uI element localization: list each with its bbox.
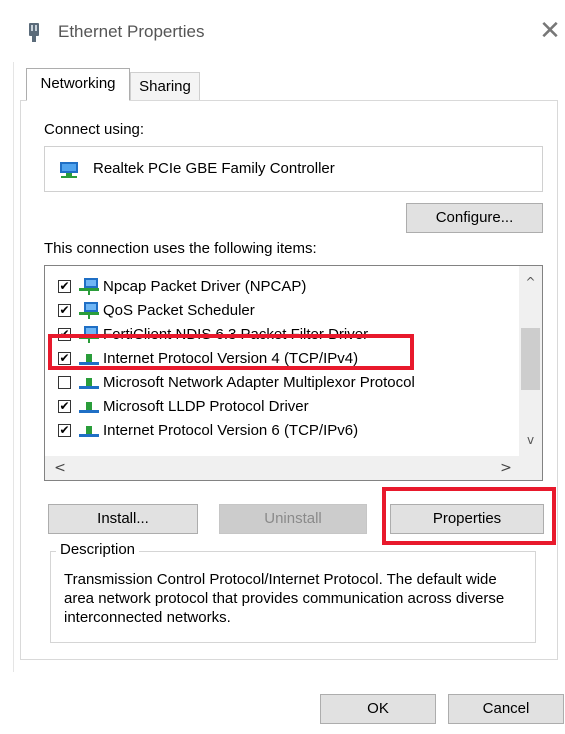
item-checkbox[interactable]: ✔ bbox=[58, 304, 71, 317]
protocol-icon bbox=[79, 378, 99, 389]
item-label: QoS Packet Scheduler bbox=[103, 302, 255, 319]
item-checkbox[interactable]: ✔ bbox=[58, 280, 71, 293]
horizontal-scrollbar[interactable]: < > bbox=[45, 456, 542, 480]
tab-sharing-label: Sharing bbox=[139, 78, 191, 95]
scroll-thumb[interactable] bbox=[521, 328, 540, 390]
close-icon: ✕ bbox=[539, 16, 561, 46]
description-text: Transmission Control Protocol/Internet P… bbox=[64, 571, 505, 626]
list-item[interactable]: ✔ Microsoft LLDP Protocol Driver bbox=[45, 396, 519, 418]
list-item[interactable]: ✔ Npcap Packet Driver (NPCAP) bbox=[45, 276, 519, 298]
item-label: Internet Protocol Version 6 (TCP/IPv6) bbox=[103, 422, 359, 439]
item-checkbox[interactable]: ✔ bbox=[58, 424, 71, 437]
network-client-icon bbox=[79, 302, 99, 319]
highlight-properties-annotation bbox=[382, 487, 556, 545]
title-bar: Ethernet Properties ✕ bbox=[0, 0, 565, 62]
window-title: Ethernet Properties bbox=[58, 22, 205, 41]
item-checkbox[interactable] bbox=[58, 376, 71, 389]
configure-button[interactable]: Configure... bbox=[406, 203, 543, 233]
uninstall-button[interactable]: Uninstall bbox=[219, 504, 367, 534]
list-item[interactable]: ✔ Internet Protocol Version 6 (TCP/IPv6) bbox=[45, 420, 519, 442]
network-adapter-icon bbox=[29, 23, 39, 42]
connect-using-label: Connect using: bbox=[44, 121, 145, 138]
item-checkbox[interactable]: ✔ bbox=[58, 400, 71, 413]
network-client-icon bbox=[79, 278, 99, 295]
item-label: Microsoft LLDP Protocol Driver bbox=[103, 398, 309, 415]
scroll-left-icon[interactable]: < bbox=[49, 456, 71, 480]
item-label: Microsoft Network Adapter Multiplexor Pr… bbox=[103, 374, 415, 391]
tab-join bbox=[27, 99, 129, 102]
ok-button[interactable]: OK bbox=[320, 694, 436, 724]
network-adapter-icon bbox=[60, 162, 78, 178]
protocol-icon bbox=[79, 402, 99, 413]
cancel-button[interactable]: Cancel bbox=[448, 694, 564, 724]
close-button[interactable]: ✕ bbox=[538, 18, 562, 44]
list-item[interactable]: Microsoft Network Adapter Multiplexor Pr… bbox=[45, 372, 519, 394]
description-legend: Description bbox=[56, 541, 140, 558]
scroll-up-icon[interactable]: ^ bbox=[519, 272, 542, 292]
items-label: This connection uses the following items… bbox=[44, 240, 317, 257]
tab-networking-label: Networking bbox=[40, 75, 116, 92]
scroll-down-icon[interactable]: v bbox=[519, 430, 542, 450]
highlight-ipv4-annotation bbox=[48, 334, 414, 370]
vertical-scrollbar[interactable]: ^ v bbox=[519, 266, 542, 456]
scroll-right-icon[interactable]: > bbox=[495, 456, 517, 480]
window-frame bbox=[0, 62, 14, 672]
list-item[interactable]: ✔ QoS Packet Scheduler bbox=[45, 300, 519, 322]
adapter-name: Realtek PCIe GBE Family Controller bbox=[93, 160, 335, 177]
tab-networking[interactable]: Networking bbox=[26, 68, 130, 101]
items-list[interactable]: ✔ Npcap Packet Driver (NPCAP) ✔ QoS Pack… bbox=[44, 265, 543, 481]
install-button[interactable]: Install... bbox=[48, 504, 198, 534]
protocol-icon bbox=[79, 426, 99, 437]
item-label: Npcap Packet Driver (NPCAP) bbox=[103, 278, 307, 295]
adapter-field: Realtek PCIe GBE Family Controller bbox=[44, 146, 543, 192]
tab-sharing[interactable]: Sharing bbox=[130, 72, 200, 100]
